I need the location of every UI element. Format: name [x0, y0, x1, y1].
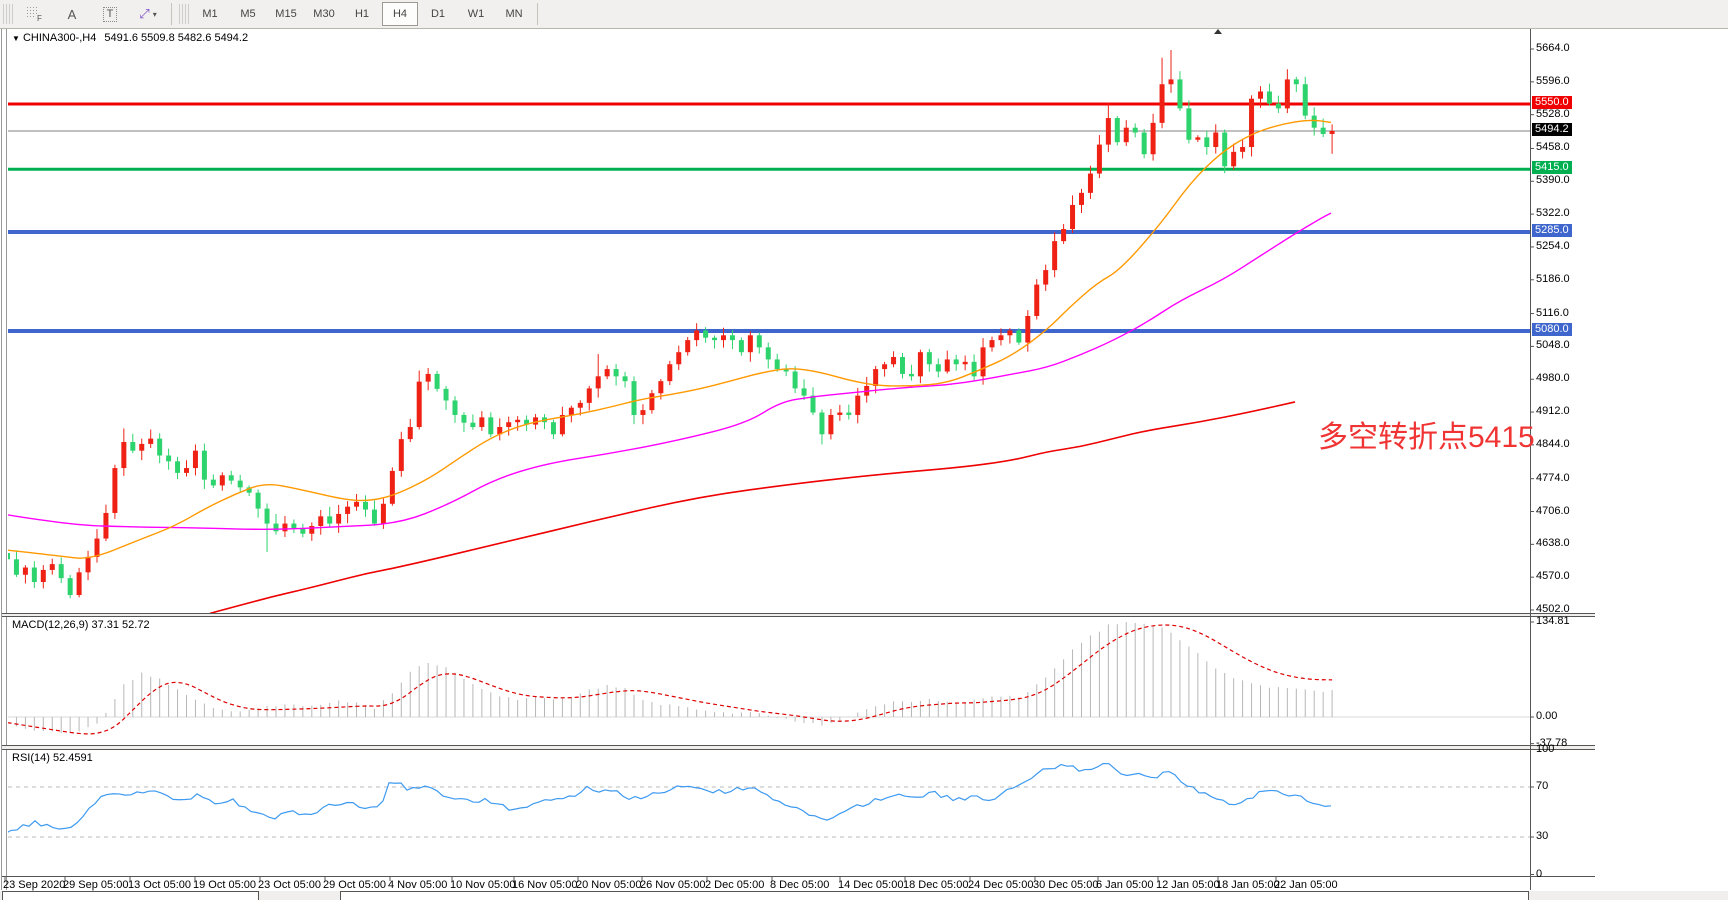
timeframe-button-h1[interactable]: H1: [344, 2, 380, 26]
scrollbar-thumb[interactable]: [341, 892, 1529, 900]
grid-f-icon[interactable]: F: [16, 2, 52, 26]
timeframe-button-w1[interactable]: W1: [458, 2, 494, 26]
letter-t-icon: T: [103, 7, 118, 22]
timeframe-button-m1[interactable]: M1: [192, 2, 228, 26]
text-tool-button[interactable]: T: [92, 2, 128, 26]
dotted-grid-icon: F: [27, 7, 42, 22]
toolbar-grip[interactable]: [179, 4, 189, 24]
timeframe-button-m5[interactable]: M5: [230, 2, 266, 26]
letter-a-icon: A: [68, 7, 77, 22]
timeframe-group: M1M5M15M30H1H4D1W1MN: [191, 2, 533, 26]
timeframe-button-m30[interactable]: M30: [306, 2, 342, 26]
toolbar-separator: [171, 3, 172, 25]
toolbar: F A T ⤢ ▾ M1M5M15M30H1H4D1W1MN: [0, 0, 1728, 29]
svg-text:F: F: [37, 14, 42, 22]
timeframe-button-d1[interactable]: D1: [420, 2, 456, 26]
dropdown-caret-icon: ▾: [153, 10, 157, 19]
diagonal-arrows-icon: ⤢: [139, 6, 149, 22]
toolbar-separator: [537, 3, 538, 25]
timeframe-button-h4[interactable]: H4: [382, 2, 418, 26]
cursor-mode-button[interactable]: ⤢ ▾: [130, 2, 166, 26]
mt4-window: F A T ⤢ ▾ M1M5M15M30H1H4D1W1MN ▼ CHINA30…: [0, 0, 1728, 900]
text-label-tool-button[interactable]: A: [54, 2, 90, 26]
chart-canvas[interactable]: [0, 0, 1728, 900]
scrollbar-segment[interactable]: [3, 892, 259, 900]
timeframe-button-m15[interactable]: M15: [268, 2, 304, 26]
toolbar-grip[interactable]: [3, 4, 13, 24]
timeframe-button-mn[interactable]: MN: [496, 2, 532, 26]
